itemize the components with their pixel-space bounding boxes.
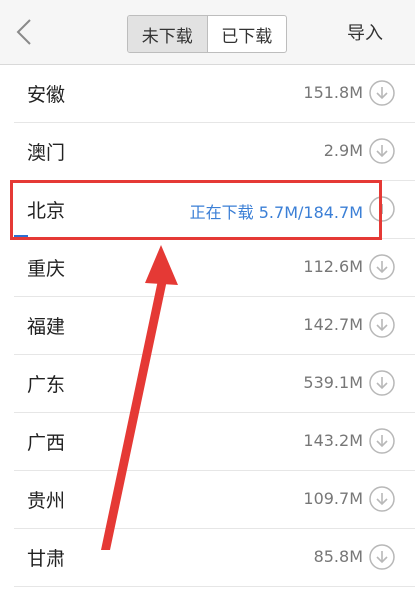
map-size: 2.9M [323, 141, 363, 160]
download-icon[interactable] [369, 370, 395, 396]
download-progress-text: 正在下载 5.7M/184.7M [190, 199, 363, 223]
map-size: 142.7M [303, 315, 363, 334]
map-size: 143.2M [303, 431, 363, 450]
map-size: 151.8M [303, 83, 363, 102]
download-icon[interactable] [369, 80, 395, 106]
list-item[interactable]: 安徽 151.8M [14, 65, 415, 123]
map-size: 112.6M [303, 257, 363, 276]
pause-icon[interactable] [369, 196, 395, 222]
list-item[interactable]: 广西 143.2M [14, 413, 415, 471]
list-item-downloading[interactable]: 北京 正在下载 5.7M/184.7M [14, 181, 415, 239]
back-button[interactable] [10, 14, 40, 50]
download-icon[interactable] [369, 254, 395, 280]
tab-not-downloaded[interactable]: 未下载 [128, 16, 207, 52]
map-size: 109.7M [303, 489, 363, 508]
region-name: 福建 [27, 316, 66, 338]
list-item[interactable]: 甘肃 85.8M [14, 529, 415, 587]
region-name: 广西 [27, 432, 66, 454]
region-name: 澳门 [27, 142, 66, 164]
download-progress-size: 5.7M/184.7M [258, 203, 363, 222]
region-name: 广东 [27, 374, 66, 396]
download-icon[interactable] [369, 428, 395, 454]
download-icon[interactable] [369, 138, 395, 164]
region-name: 贵州 [27, 490, 66, 512]
list-item[interactable]: 广东 539.1M [14, 355, 415, 413]
list-item[interactable]: 重庆 112.6M [14, 239, 415, 297]
map-size: 85.8M [313, 547, 363, 566]
map-size: 539.1M [303, 373, 363, 392]
region-name: 甘肃 [27, 548, 66, 570]
download-status-tabs: 未下载 已下载 [127, 15, 287, 53]
list-item[interactable]: 澳门 2.9M [14, 123, 415, 181]
download-icon[interactable] [369, 312, 395, 338]
top-bar: 未下载 已下载 导入 [0, 0, 415, 65]
region-list: 安徽 151.8M 澳门 2.9M 北京 正在下载 5.7M/184.7M 重庆… [0, 65, 415, 587]
chevron-left-icon [16, 19, 31, 45]
region-name: 北京 [27, 200, 66, 222]
progress-bar [14, 235, 28, 238]
download-status: 正在下载 [189, 203, 254, 222]
import-button[interactable]: 导入 [347, 19, 383, 45]
download-icon[interactable] [369, 544, 395, 570]
region-name: 安徽 [27, 84, 66, 106]
download-icon[interactable] [369, 486, 395, 512]
tab-downloaded[interactable]: 已下载 [206, 16, 287, 52]
list-item[interactable]: 福建 142.7M [14, 297, 415, 355]
region-name: 重庆 [27, 258, 66, 280]
list-item[interactable]: 贵州 109.7M [14, 471, 415, 529]
